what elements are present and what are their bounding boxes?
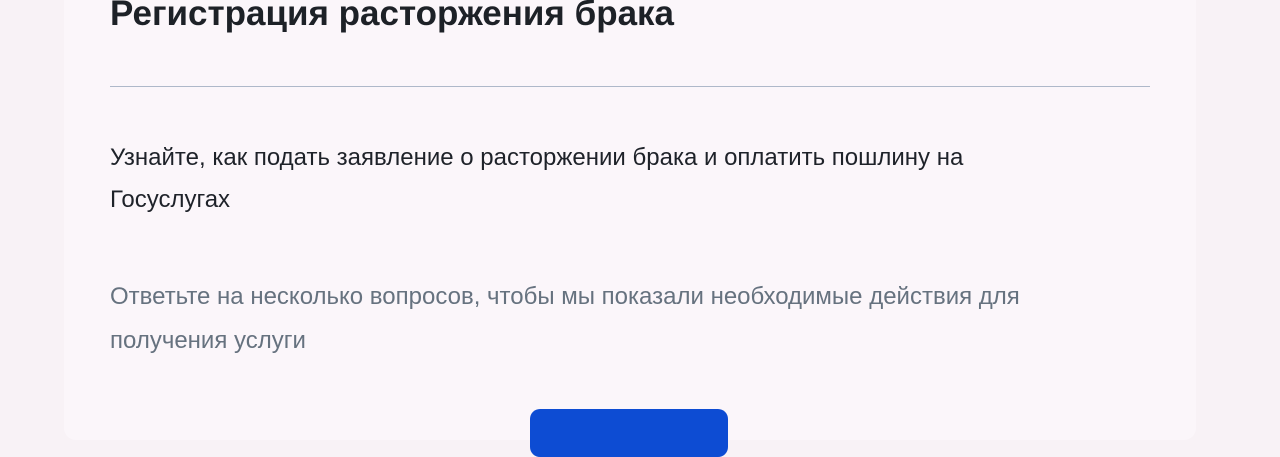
page-title: Регистрация расторжения брака: [110, 0, 675, 33]
start-button[interactable]: [530, 409, 728, 457]
lead-text: Узнайте, как подать заявление о расторже…: [110, 144, 964, 213]
title-divider: [110, 86, 1150, 87]
hint-text: Ответьте на несколько вопросов, чтобы мы…: [110, 283, 1020, 354]
